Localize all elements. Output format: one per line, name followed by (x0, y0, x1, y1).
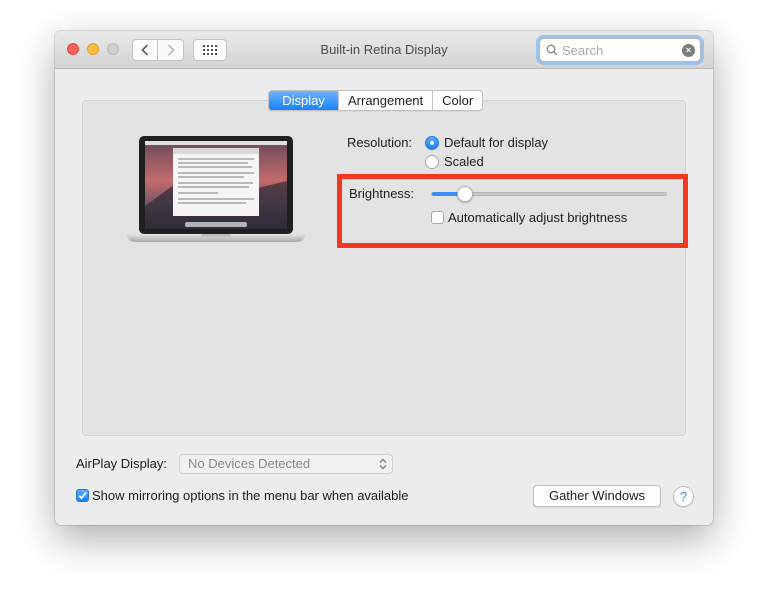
back-button[interactable] (132, 39, 158, 61)
chevron-right-icon (167, 44, 175, 56)
airplay-display-select[interactable]: No Devices Detected (179, 454, 393, 474)
airplay-display-label: AirPlay Display: (76, 456, 168, 471)
brightness-slider-knob[interactable] (457, 186, 473, 202)
clear-search-icon[interactable]: × (682, 44, 695, 57)
gather-windows-button[interactable]: Gather Windows (533, 485, 661, 507)
radio-scaled[interactable] (425, 155, 439, 169)
brightness-label: Brightness: (349, 186, 415, 201)
forward-button[interactable] (158, 39, 184, 61)
window-title: Built-in Retina Display (320, 42, 448, 57)
radio-default-for-display-label[interactable]: Default for display (444, 135, 548, 150)
navigation-buttons (132, 39, 184, 61)
search-field[interactable]: × (539, 38, 701, 62)
tab-color[interactable]: Color (432, 91, 482, 110)
grid-icon (203, 45, 217, 55)
resolution-label: Resolution: (347, 135, 413, 150)
close-window-button[interactable] (67, 43, 79, 55)
title-bar: Built-in Retina Display × (55, 31, 713, 69)
search-input[interactable] (558, 42, 678, 58)
updown-arrows-icon (379, 458, 387, 470)
auto-brightness-label[interactable]: Automatically adjust brightness (448, 210, 627, 225)
show-all-button[interactable] (193, 39, 227, 61)
airplay-display-value: No Devices Detected (188, 456, 311, 471)
brightness-slider[interactable] (431, 186, 667, 202)
zoom-window-button[interactable] (107, 43, 119, 55)
minimize-window-button[interactable] (87, 43, 99, 55)
system-preferences-window: Built-in Retina Display × Display Arrang… (55, 31, 713, 525)
tab-arrangement[interactable]: Arrangement (338, 91, 432, 110)
mirroring-options-label[interactable]: Show mirroring options in the menu bar w… (92, 488, 409, 503)
macbook-display-icon (125, 136, 307, 242)
help-button[interactable]: ? (673, 486, 694, 507)
tab-display[interactable]: Display (269, 91, 338, 110)
mirroring-options-checkbox[interactable] (76, 489, 89, 502)
auto-brightness-checkbox[interactable] (431, 211, 444, 224)
search-icon (546, 44, 558, 56)
radio-scaled-label[interactable]: Scaled (444, 154, 484, 169)
tab-bar: Display Arrangement Color (268, 90, 484, 111)
chevron-left-icon (141, 44, 149, 56)
radio-default-for-display[interactable] (425, 136, 439, 150)
checkmark-icon (78, 492, 87, 500)
